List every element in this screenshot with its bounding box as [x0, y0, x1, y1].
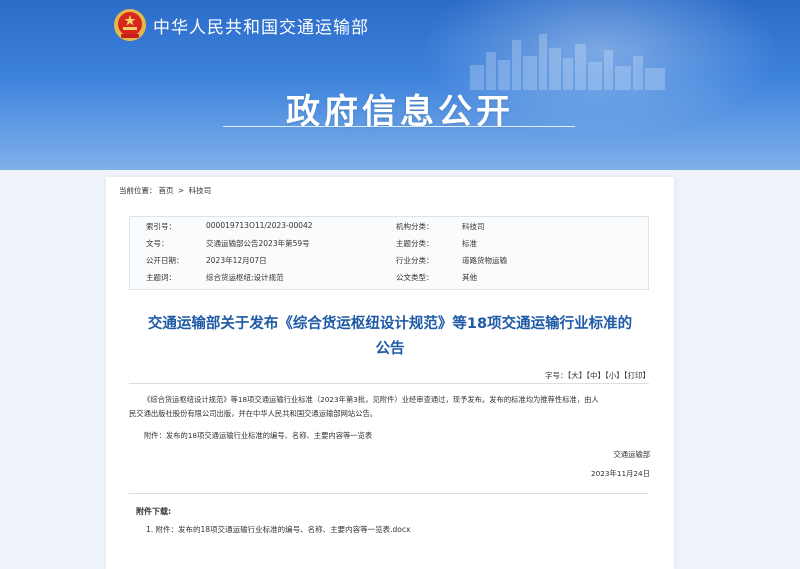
breadcrumb-current-link[interactable]: 科技司	[189, 186, 212, 195]
breadcrumb: 当前位置： 首页 > 科技司	[119, 185, 213, 196]
downloads-heading: 附件下载:	[136, 507, 172, 516]
org-value: 科技司	[462, 222, 485, 231]
keywords-value: 综合货运枢纽;设计规范	[206, 273, 284, 282]
font-size-label: 字号：	[545, 371, 568, 380]
title-divider	[129, 383, 649, 384]
city-skyline-graphic	[470, 34, 665, 90]
body-paragraph-line-1: 《综合货运枢纽设计规范》等18项交通运输行业标准（2023年第3批，见附件）业经…	[143, 395, 599, 404]
index-value: 000019713O11/2023-00042	[206, 221, 313, 230]
date-label: 公开日期：	[146, 256, 184, 265]
date-value: 2023年12月07日	[206, 256, 267, 265]
national-emblem-icon[interactable]	[113, 8, 147, 42]
document-title-line-1: 交通运输部关于发布《综合货运枢纽设计规范》等18项交通运输行业标准的	[147, 316, 633, 332]
document-body: 《综合货运枢纽设计规范》等18项交通运输行业标准（2023年第3批，见附件）业经…	[129, 393, 649, 421]
body-paragraph-line-2: 民交通出版社股份有限公司出版，并在中华人民共和国交通运输部网站公告。	[129, 409, 378, 418]
attachment-download-link[interactable]: 1. 附件：发布的18项交通运输行业标准的编号、名称、主要内容等一览表.docx	[146, 524, 410, 535]
metadata-row: 文号： 交通运输部公告2023年第59号 主题分类： 标准	[130, 238, 648, 255]
document-title: 交通运输部关于发布《综合货运枢纽设计规范》等18项交通运输行业标准的 公告	[106, 312, 674, 362]
org-label: 机构分类：	[396, 222, 434, 231]
print-button[interactable]: 【打印】	[624, 371, 650, 380]
font-small-button[interactable]: 【小】	[605, 371, 624, 380]
industry-value: 道路货物运输	[462, 256, 507, 265]
attachment-note: 附件：发布的18项交通运输行业标准的编号、名称、主要内容等一览表	[144, 431, 373, 440]
title-underline	[223, 126, 575, 127]
signature: 交通运输部	[613, 450, 650, 459]
metadata-row: 主题词： 综合货运枢纽;设计规范 公文类型： 其他	[130, 272, 648, 289]
ministry-name[interactable]: 中华人民共和国交通运输部	[153, 13, 369, 38]
breadcrumb-home-link[interactable]: 首页	[159, 186, 174, 195]
font-large-button[interactable]: 【大】	[568, 371, 587, 380]
doctype-label: 公文类型：	[396, 273, 434, 282]
document-title-line-2: 公告	[375, 341, 405, 357]
signature-date: 2023年11月24日	[590, 469, 650, 478]
font-size-toolbar: 字号：【大】【中】【小】【打印】	[545, 370, 650, 381]
index-label: 索引号：	[146, 222, 176, 231]
font-medium-button[interactable]: 【中】	[586, 371, 605, 380]
header-banner: 中华人民共和国交通运输部 政府信息公开	[0, 0, 800, 170]
metadata-row: 公开日期： 2023年12月07日 行业分类： 道路货物运输	[130, 255, 648, 272]
docno-value: 交通运输部公告2023年第59号	[206, 239, 310, 248]
keywords-label: 主题词：	[146, 273, 176, 282]
topic-value: 标准	[462, 239, 477, 248]
industry-label: 行业分类：	[396, 256, 434, 265]
document-metadata-table: 索引号： 000019713O11/2023-00042 机构分类： 科技司 文…	[129, 216, 649, 290]
doctype-value: 其他	[462, 273, 477, 282]
metadata-row: 索引号： 000019713O11/2023-00042 机构分类： 科技司	[130, 221, 648, 238]
breadcrumb-separator: >	[177, 186, 185, 195]
topic-label: 主题分类：	[396, 239, 434, 248]
breadcrumb-label: 当前位置：	[119, 186, 157, 195]
docno-label: 文号：	[146, 239, 169, 248]
download-divider	[129, 493, 649, 494]
content-panel: 当前位置： 首页 > 科技司 索引号： 000019713O11/2023-000…	[106, 177, 674, 569]
